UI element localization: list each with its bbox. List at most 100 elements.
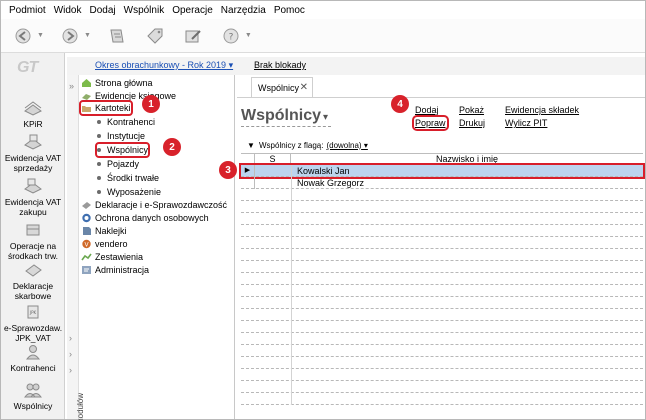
period-bar: Okres obrachunkowy - Rok 2019 ▾ Brak blo…	[67, 57, 645, 75]
tree-item-pojazdy[interactable]: Pojazdy	[97, 158, 139, 170]
tree-item-vendero[interactable]: V vendero	[81, 238, 128, 250]
menu-narzedzia[interactable]: Narzędzia	[217, 5, 270, 16]
step-badge-4: 4	[391, 95, 409, 113]
book-icon	[22, 99, 44, 117]
chevron-right-icon[interactable]: ›	[69, 349, 72, 359]
shield-icon	[81, 213, 92, 223]
partners-table: S Nazwisko i imię ▶ Kowalski Jan Nowak G…	[239, 153, 645, 415]
chevron-down-icon[interactable]: ▼	[37, 32, 44, 39]
empty-row	[241, 225, 643, 237]
current-row-icon: ▶	[241, 165, 255, 177]
tag-icon	[143, 26, 167, 46]
tree-item-deklaracje[interactable]: Deklaracje i e-Sprawozdawczość	[81, 199, 227, 211]
edit-link[interactable]: Popraw	[412, 115, 449, 131]
report-icon	[81, 252, 92, 262]
empty-row	[241, 381, 643, 393]
forward-icon	[58, 26, 82, 46]
bullet-icon	[97, 162, 101, 166]
menu-pomoc[interactable]: Pomoc	[270, 5, 309, 16]
bullet-icon	[97, 120, 101, 124]
svg-text:JPK: JPK	[29, 310, 37, 315]
vendero-icon: V	[81, 239, 92, 249]
bullet-icon	[97, 134, 101, 138]
empty-row	[241, 249, 643, 261]
document-button[interactable]	[105, 26, 129, 46]
tree-item-zestawienia[interactable]: Zestawienia	[81, 251, 143, 263]
header-name[interactable]: Nazwisko i imię	[291, 154, 643, 165]
flag-filter: Wspólnicy z flagą: (dowolna) ▾	[259, 141, 368, 150]
tree-item-kontrahenci[interactable]: Kontrahenci	[97, 116, 155, 128]
lock-status-link[interactable]: Brak blokady	[254, 60, 306, 70]
empty-row	[241, 357, 643, 369]
menu-widok[interactable]: Widok	[50, 5, 86, 16]
tree-item-administracja[interactable]: Administracja	[81, 264, 149, 276]
flag-filter-dropdown[interactable]: (dowolna) ▾	[326, 141, 367, 150]
collapse-icon[interactable]: »	[69, 81, 74, 91]
menu-dodaj[interactable]: Dodaj	[85, 5, 119, 16]
row-indicator	[241, 177, 255, 189]
menu-wspolnik[interactable]: Wspólnik	[120, 5, 169, 16]
svg-text:?: ?	[228, 32, 233, 42]
title-underline	[241, 126, 331, 127]
add-link[interactable]: Dodaj	[415, 105, 439, 115]
tree-item-instytucje[interactable]: Instytucje	[97, 130, 145, 142]
tree-item-strona-glowna[interactable]: Strona główna	[81, 77, 153, 89]
back-button[interactable]: ▼	[11, 26, 44, 46]
quick-item-label: Wspólnicy	[13, 401, 53, 411]
table-row[interactable]: Nowak Grzegorz	[241, 177, 643, 189]
fixed-assets-icon	[22, 221, 44, 239]
close-icon[interactable]: ✕	[300, 78, 308, 98]
contributions-link[interactable]: Ewidencja składek	[505, 105, 579, 115]
empty-row	[241, 321, 643, 333]
table-row[interactable]: ▶ Kowalski Jan	[239, 163, 645, 179]
quick-item-wspolnicy[interactable]: Wspólnicy	[1, 381, 65, 411]
chevron-right-icon[interactable]: ›	[69, 333, 72, 343]
quick-item-label: KPiR	[23, 119, 43, 129]
help-button[interactable]: ? ▼	[219, 26, 252, 46]
page-title[interactable]: Wspólnicy ▾	[241, 107, 328, 125]
chevron-down-icon[interactable]: ▼	[84, 32, 91, 39]
menu-operacje[interactable]: Operacje	[168, 5, 217, 16]
tree-item-wspolnicy[interactable]: Wspólnicy	[94, 142, 151, 158]
quick-item-kpir[interactable]: KPiR	[1, 99, 65, 129]
tree-item-kartoteki[interactable]: Kartoteki	[79, 100, 133, 116]
quick-item-srodki[interactable]: Operacje na środkach trw.	[1, 221, 65, 261]
app-logo: GT	[17, 59, 38, 76]
show-link[interactable]: Pokaż	[459, 105, 484, 115]
print-link[interactable]: Drukuj	[459, 118, 485, 128]
tree-item-ochrona[interactable]: Ochrona danych osobowych	[81, 212, 209, 224]
help-icon: ?	[219, 26, 243, 46]
row-name: Kowalski Jan	[297, 166, 350, 176]
quick-item-label: Ewidencja VAT sprzedaży	[4, 153, 62, 173]
tag-button[interactable]	[143, 26, 167, 46]
bullet-icon	[97, 148, 101, 152]
tree-item-wyposazenie[interactable]: Wyposażenie	[97, 186, 161, 198]
chevron-down-icon: ▾	[323, 112, 329, 123]
bullet-icon	[97, 176, 101, 180]
tree-item-naklejki[interactable]: Naklejki	[81, 225, 127, 237]
quick-item-vat-zakupu[interactable]: Ewidencja VAT zakupu	[1, 177, 65, 217]
empty-row	[241, 213, 643, 225]
tab-divider	[237, 97, 645, 98]
module-sidebar-strip: » › › › a modułów	[67, 75, 85, 420]
menu-podmiot[interactable]: Podmiot	[5, 5, 50, 16]
tab-wspolnicy[interactable]: Wspólnicy ✕	[251, 77, 313, 97]
forward-button[interactable]: ▼	[58, 26, 91, 46]
declarations-icon	[22, 261, 44, 279]
chevron-down-icon[interactable]: ▼	[245, 32, 252, 39]
chevron-right-icon[interactable]: ›	[69, 365, 72, 375]
tree-item-srodki-trwale[interactable]: Środki trwałe	[97, 172, 159, 184]
sort-toggle-icon[interactable]: ▼	[247, 141, 255, 150]
empty-row	[241, 261, 643, 273]
period-selector[interactable]: Okres obrachunkowy - Rok 2019 ▾	[95, 60, 233, 71]
quick-item-vat-sprzedazy[interactable]: Ewidencja VAT sprzedaży	[1, 133, 65, 173]
quick-item-label: Deklaracje skarbowe	[12, 281, 54, 301]
quick-item-kontrahenci[interactable]: Kontrahenci	[1, 343, 65, 373]
vat-sales-icon	[22, 133, 44, 151]
calculate-pit-link[interactable]: Wylicz PIT	[505, 118, 547, 128]
quick-item-deklaracje[interactable]: Deklaracje skarbowe	[1, 261, 65, 301]
edit-button[interactable]	[181, 26, 205, 46]
quick-item-jpk[interactable]: JPK e-Sprawozdaw. JPK_VAT	[1, 303, 65, 343]
menu-bar: Podmiot Widok Dodaj Wspólnik Operacje Na…	[1, 1, 645, 19]
tree-item-ewidencje[interactable]: Ewidencje księgowe	[81, 90, 176, 102]
